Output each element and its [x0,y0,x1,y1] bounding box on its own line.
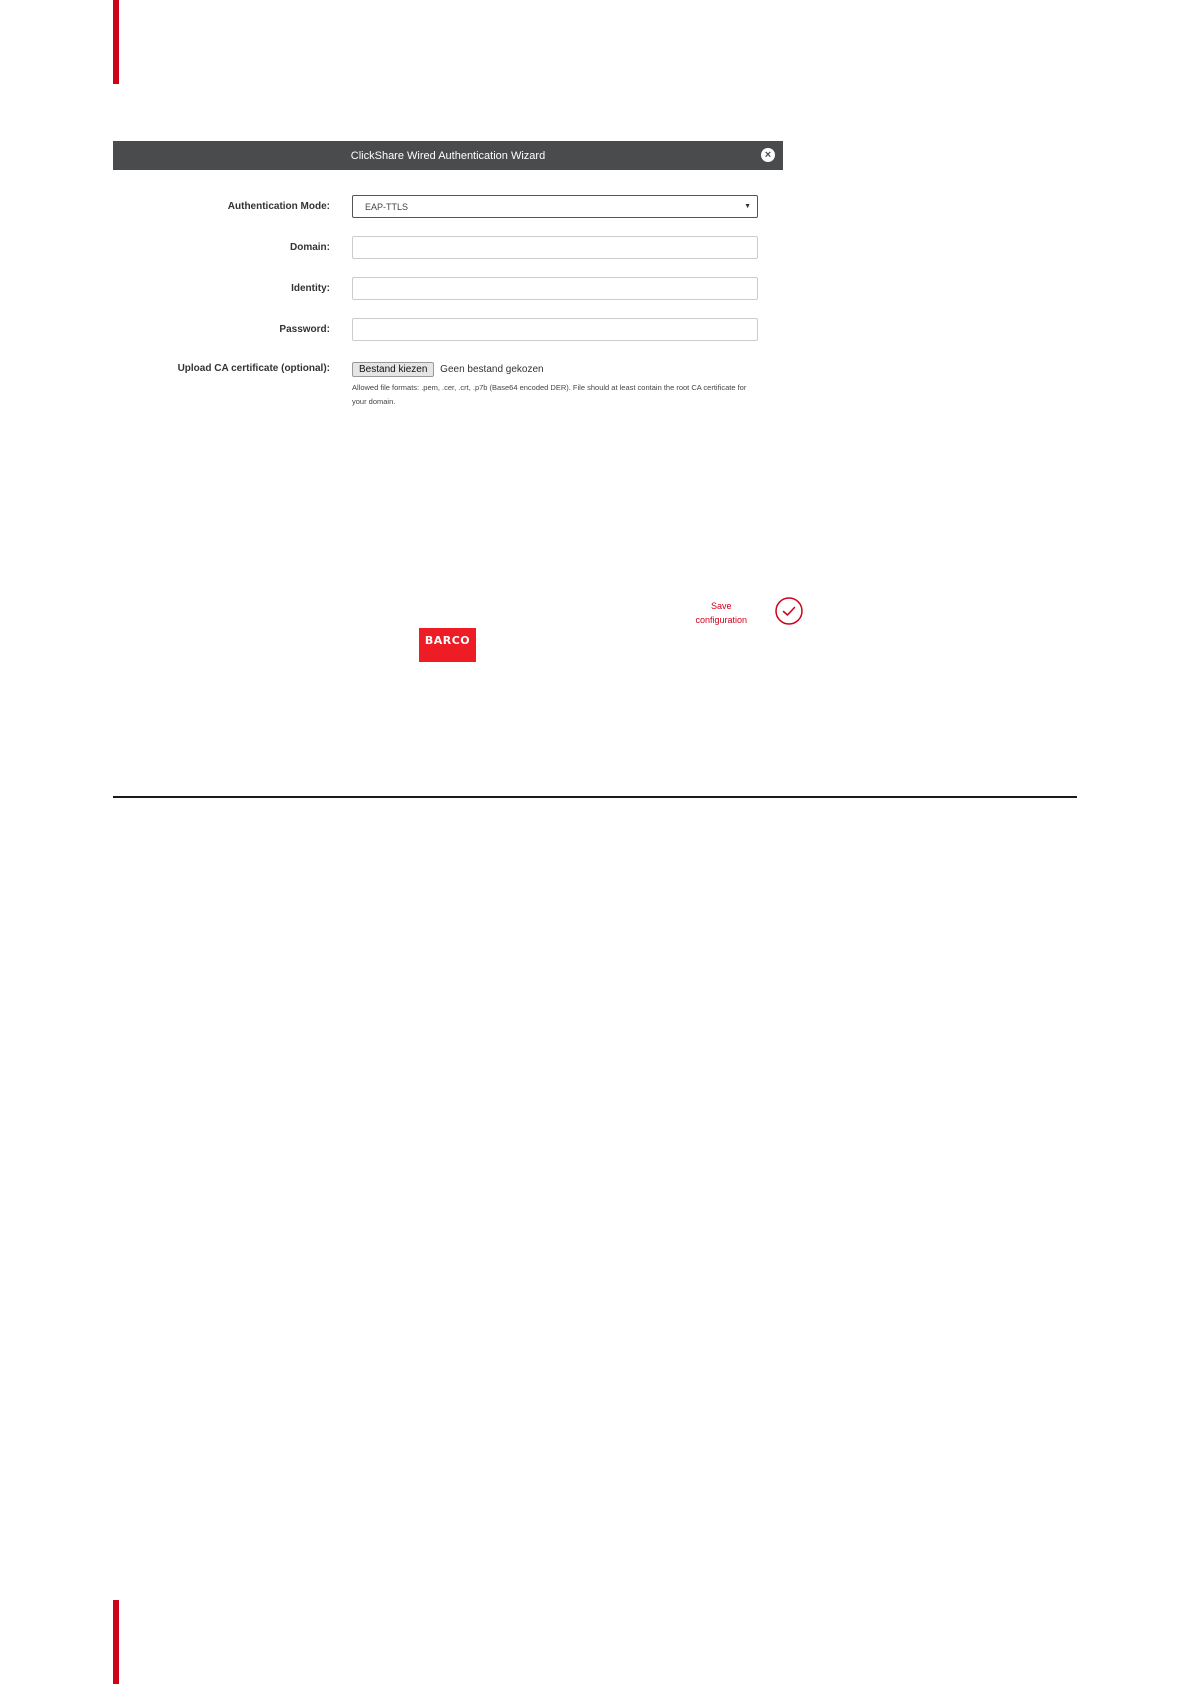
file-status: Geen bestand gekozen [440,364,544,375]
wizard-titlebar: ClickShare Wired Authentication Wizard × [113,141,783,170]
file-format-hint: Allowed file formats: .pem, .cer, .crt, … [352,383,747,406]
choose-file-button[interactable]: Bestand kiezen [352,362,435,377]
page-accent-bar-bottom [113,1600,119,1684]
barco-logo-text: BARCO [424,634,471,647]
wired-authentication-wizard: ClickShare Wired Authentication Wizard ×… [113,141,803,661]
password-label: Password: [279,324,330,335]
save-label-line2: configuration [695,615,747,625]
file-picker: Bestand kiezen Geen bestand gekozen [352,362,544,377]
chevron-down-icon: ▼ [744,203,751,210]
identity-input[interactable] [352,277,758,300]
page-accent-bar-top [113,0,119,84]
close-icon[interactable]: × [761,148,775,162]
section-divider [113,796,1077,798]
wizard-title: ClickShare Wired Authentication Wizard [350,149,546,162]
identity-label: Identity: [291,283,330,294]
save-configuration-button[interactable]: Save configuration [633,597,803,637]
upload-label: Upload CA certificate (optional): [177,363,330,374]
auth-mode-select[interactable]: EAP-TTLS ▼ [352,195,758,218]
auth-mode-label: Authentication Mode: [227,201,330,212]
auth-mode-value: EAP-TTLS [365,201,409,212]
domain-label: Domain: [290,242,330,253]
password-input[interactable] [352,318,758,341]
barco-logo: BARCO [419,628,476,662]
save-configuration-label: Save configuration [695,599,747,627]
domain-input[interactable] [352,236,758,259]
check-circle-icon [775,597,803,625]
save-label-line1: Save [710,601,732,611]
